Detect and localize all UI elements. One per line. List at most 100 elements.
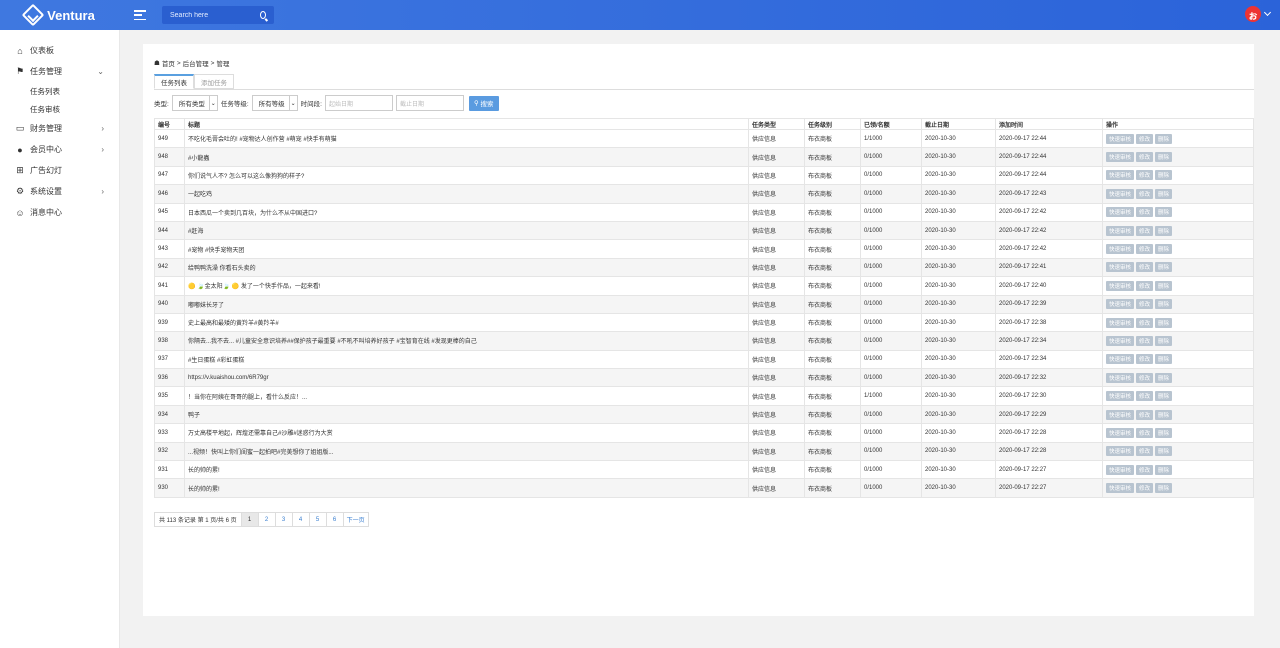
quick-review-button[interactable]: 快速审核 bbox=[1106, 483, 1135, 494]
edit-button[interactable]: 修改 bbox=[1136, 280, 1154, 291]
menu-toggle-icon[interactable] bbox=[134, 10, 146, 20]
delete-button[interactable]: 删除 bbox=[1155, 133, 1173, 144]
sidebar-item-finance[interactable]: ▭ 财务管理 › bbox=[0, 118, 119, 139]
edit-button[interactable]: 修改 bbox=[1136, 188, 1154, 199]
quick-review-button[interactable]: 快速审核 bbox=[1106, 427, 1135, 438]
quick-review-button[interactable]: 快速审核 bbox=[1106, 152, 1135, 163]
edit-button[interactable]: 修改 bbox=[1136, 427, 1154, 438]
page-1[interactable]: 1 bbox=[241, 512, 259, 527]
page-4[interactable]: 4 bbox=[292, 512, 310, 527]
quick-review-button[interactable]: 快速审核 bbox=[1106, 225, 1135, 236]
edit-button[interactable]: 修改 bbox=[1136, 207, 1154, 218]
quick-review-button[interactable]: 快速审核 bbox=[1106, 446, 1135, 457]
delete-button[interactable]: 删除 bbox=[1155, 170, 1173, 181]
user-menu[interactable]: ぉ bbox=[1245, 6, 1272, 22]
delete-button[interactable]: 删除 bbox=[1155, 354, 1173, 365]
delete-button[interactable]: 删除 bbox=[1155, 152, 1173, 163]
sidebar-item-dashboard[interactable]: ⌂ 仪表板 bbox=[0, 40, 119, 61]
tab-add-task[interactable]: 添加任务 bbox=[194, 74, 234, 89]
table-cell: 2020-10-30 bbox=[921, 257, 996, 278]
quick-review-button[interactable]: 快速审核 bbox=[1106, 317, 1135, 328]
edit-button[interactable]: 修改 bbox=[1136, 262, 1154, 273]
level-select[interactable]: 所有等级 ⌄ bbox=[251, 95, 298, 111]
search-button-label: 搜索 bbox=[480, 101, 494, 108]
quick-review-button[interactable]: 快速审核 bbox=[1106, 391, 1135, 402]
edit-button[interactable]: 修改 bbox=[1136, 317, 1154, 328]
avatar[interactable]: ぉ bbox=[1245, 6, 1261, 22]
sidebar-item-tasks[interactable]: ⚑ 任务管理 ⌄ bbox=[0, 61, 119, 82]
quick-review-button[interactable]: 快速审核 bbox=[1106, 372, 1135, 383]
quick-review-button[interactable]: 快速审核 bbox=[1106, 262, 1135, 273]
quick-review-button[interactable]: 快速审核 bbox=[1106, 335, 1135, 346]
delete-button[interactable]: 删除 bbox=[1155, 280, 1173, 291]
start-date-input[interactable]: 起始日期 bbox=[324, 95, 393, 111]
row-actions: 快速审核 修改 删除 bbox=[1106, 446, 1253, 457]
brand[interactable]: Ventura bbox=[0, 0, 120, 30]
delete-button[interactable]: 删除 bbox=[1155, 262, 1173, 273]
quick-review-button[interactable]: 快速审核 bbox=[1106, 188, 1135, 199]
edit-button[interactable]: 修改 bbox=[1136, 391, 1154, 402]
end-date-input[interactable]: 截止日期 bbox=[395, 95, 464, 111]
quick-review-button[interactable]: 快速审核 bbox=[1106, 207, 1135, 218]
breadcrumb-level2[interactable]: 后台管理 bbox=[183, 58, 209, 68]
edit-button[interactable]: 修改 bbox=[1136, 354, 1154, 365]
chevron-down-icon[interactable] bbox=[1263, 8, 1272, 17]
edit-button[interactable]: 修改 bbox=[1136, 483, 1154, 494]
delete-button[interactable]: 删除 bbox=[1155, 464, 1173, 475]
quick-review-button[interactable]: 快速审核 bbox=[1106, 464, 1135, 475]
delete-button[interactable]: 删除 bbox=[1155, 427, 1173, 438]
sidebar-subitem-task-list[interactable]: 任务列表 bbox=[0, 82, 119, 100]
edit-button[interactable]: 修改 bbox=[1136, 170, 1154, 181]
delete-button[interactable]: 删除 bbox=[1155, 299, 1173, 310]
sidebar-item-ads[interactable]: ⊞ 广告幻灯 bbox=[0, 160, 119, 181]
quick-review-button[interactable]: 快速审核 bbox=[1106, 354, 1135, 365]
delete-button[interactable]: 删除 bbox=[1155, 446, 1173, 457]
delete-button[interactable]: 删除 bbox=[1155, 225, 1173, 236]
sidebar-item-settings[interactable]: ⚙ 系统设置 › bbox=[0, 181, 119, 202]
delete-button[interactable]: 删除 bbox=[1155, 409, 1173, 420]
edit-button[interactable]: 修改 bbox=[1136, 464, 1154, 475]
sidebar-subitem-task-review[interactable]: 任务审核 bbox=[0, 100, 119, 118]
edit-button[interactable]: 修改 bbox=[1136, 152, 1154, 163]
delete-button[interactable]: 删除 bbox=[1155, 391, 1173, 402]
breadcrumb-home[interactable]: 首页 bbox=[162, 58, 175, 68]
edit-button[interactable]: 修改 bbox=[1136, 133, 1154, 144]
delete-button[interactable]: 删除 bbox=[1155, 207, 1173, 218]
table-row: 945 日本西瓜一个卖到几百块，为什么不从中国进口? 供应信息 布衣商板 0/1000 2… bbox=[154, 202, 1254, 222]
row-actions: 快速审核 修改 删除 bbox=[1106, 464, 1253, 475]
table-row: 939 史上最高和最矮的黄羚羊#黄羚羊# 供应信息 布衣商板 0/1000 2020-10… bbox=[154, 312, 1254, 333]
page-3[interactable]: 3 bbox=[275, 512, 293, 527]
quick-review-button[interactable]: 快速审核 bbox=[1106, 299, 1135, 310]
quick-review-button[interactable]: 快速审核 bbox=[1106, 133, 1135, 144]
search-icon[interactable] bbox=[260, 11, 266, 19]
delete-button[interactable]: 删除 bbox=[1155, 317, 1173, 328]
page-6[interactable]: 6 bbox=[326, 512, 344, 527]
delete-button[interactable]: 删除 bbox=[1155, 188, 1173, 199]
quick-review-button[interactable]: 快速审核 bbox=[1106, 244, 1135, 255]
quick-review-button[interactable]: 快速审核 bbox=[1106, 170, 1135, 181]
search-input[interactable] bbox=[170, 11, 256, 19]
next-page-button[interactable]: 下一页 bbox=[343, 512, 369, 527]
table-cell: 0/1000 bbox=[860, 349, 922, 370]
edit-button[interactable]: 修改 bbox=[1136, 409, 1154, 420]
table-cell-actions: 快速审核 修改 删除 bbox=[1102, 368, 1254, 388]
sidebar-item-members[interactable]: ● 会员中心 › bbox=[0, 139, 119, 160]
tab-task-list[interactable]: 任务列表 bbox=[154, 74, 194, 89]
edit-button[interactable]: 修改 bbox=[1136, 335, 1154, 346]
page-2[interactable]: 2 bbox=[258, 512, 276, 527]
edit-button[interactable]: 修改 bbox=[1136, 225, 1154, 236]
delete-button[interactable]: 删除 bbox=[1155, 483, 1173, 494]
quick-review-button[interactable]: 快速审核 bbox=[1106, 409, 1135, 420]
delete-button[interactable]: 删除 bbox=[1155, 372, 1173, 383]
delete-button[interactable]: 删除 bbox=[1155, 244, 1173, 255]
page-5[interactable]: 5 bbox=[309, 512, 327, 527]
sidebar-item-messages[interactable]: ☺ 消息中心 bbox=[0, 202, 119, 223]
search-button[interactable]: ⚲ 搜索 bbox=[468, 95, 499, 111]
edit-button[interactable]: 修改 bbox=[1136, 372, 1154, 383]
delete-button[interactable]: 删除 bbox=[1155, 335, 1173, 346]
edit-button[interactable]: 修改 bbox=[1136, 446, 1154, 457]
quick-review-button[interactable]: 快速审核 bbox=[1106, 280, 1135, 291]
type-select[interactable]: 所有类型 ⌄ bbox=[171, 95, 218, 111]
edit-button[interactable]: 修改 bbox=[1136, 244, 1154, 255]
edit-button[interactable]: 修改 bbox=[1136, 299, 1154, 310]
